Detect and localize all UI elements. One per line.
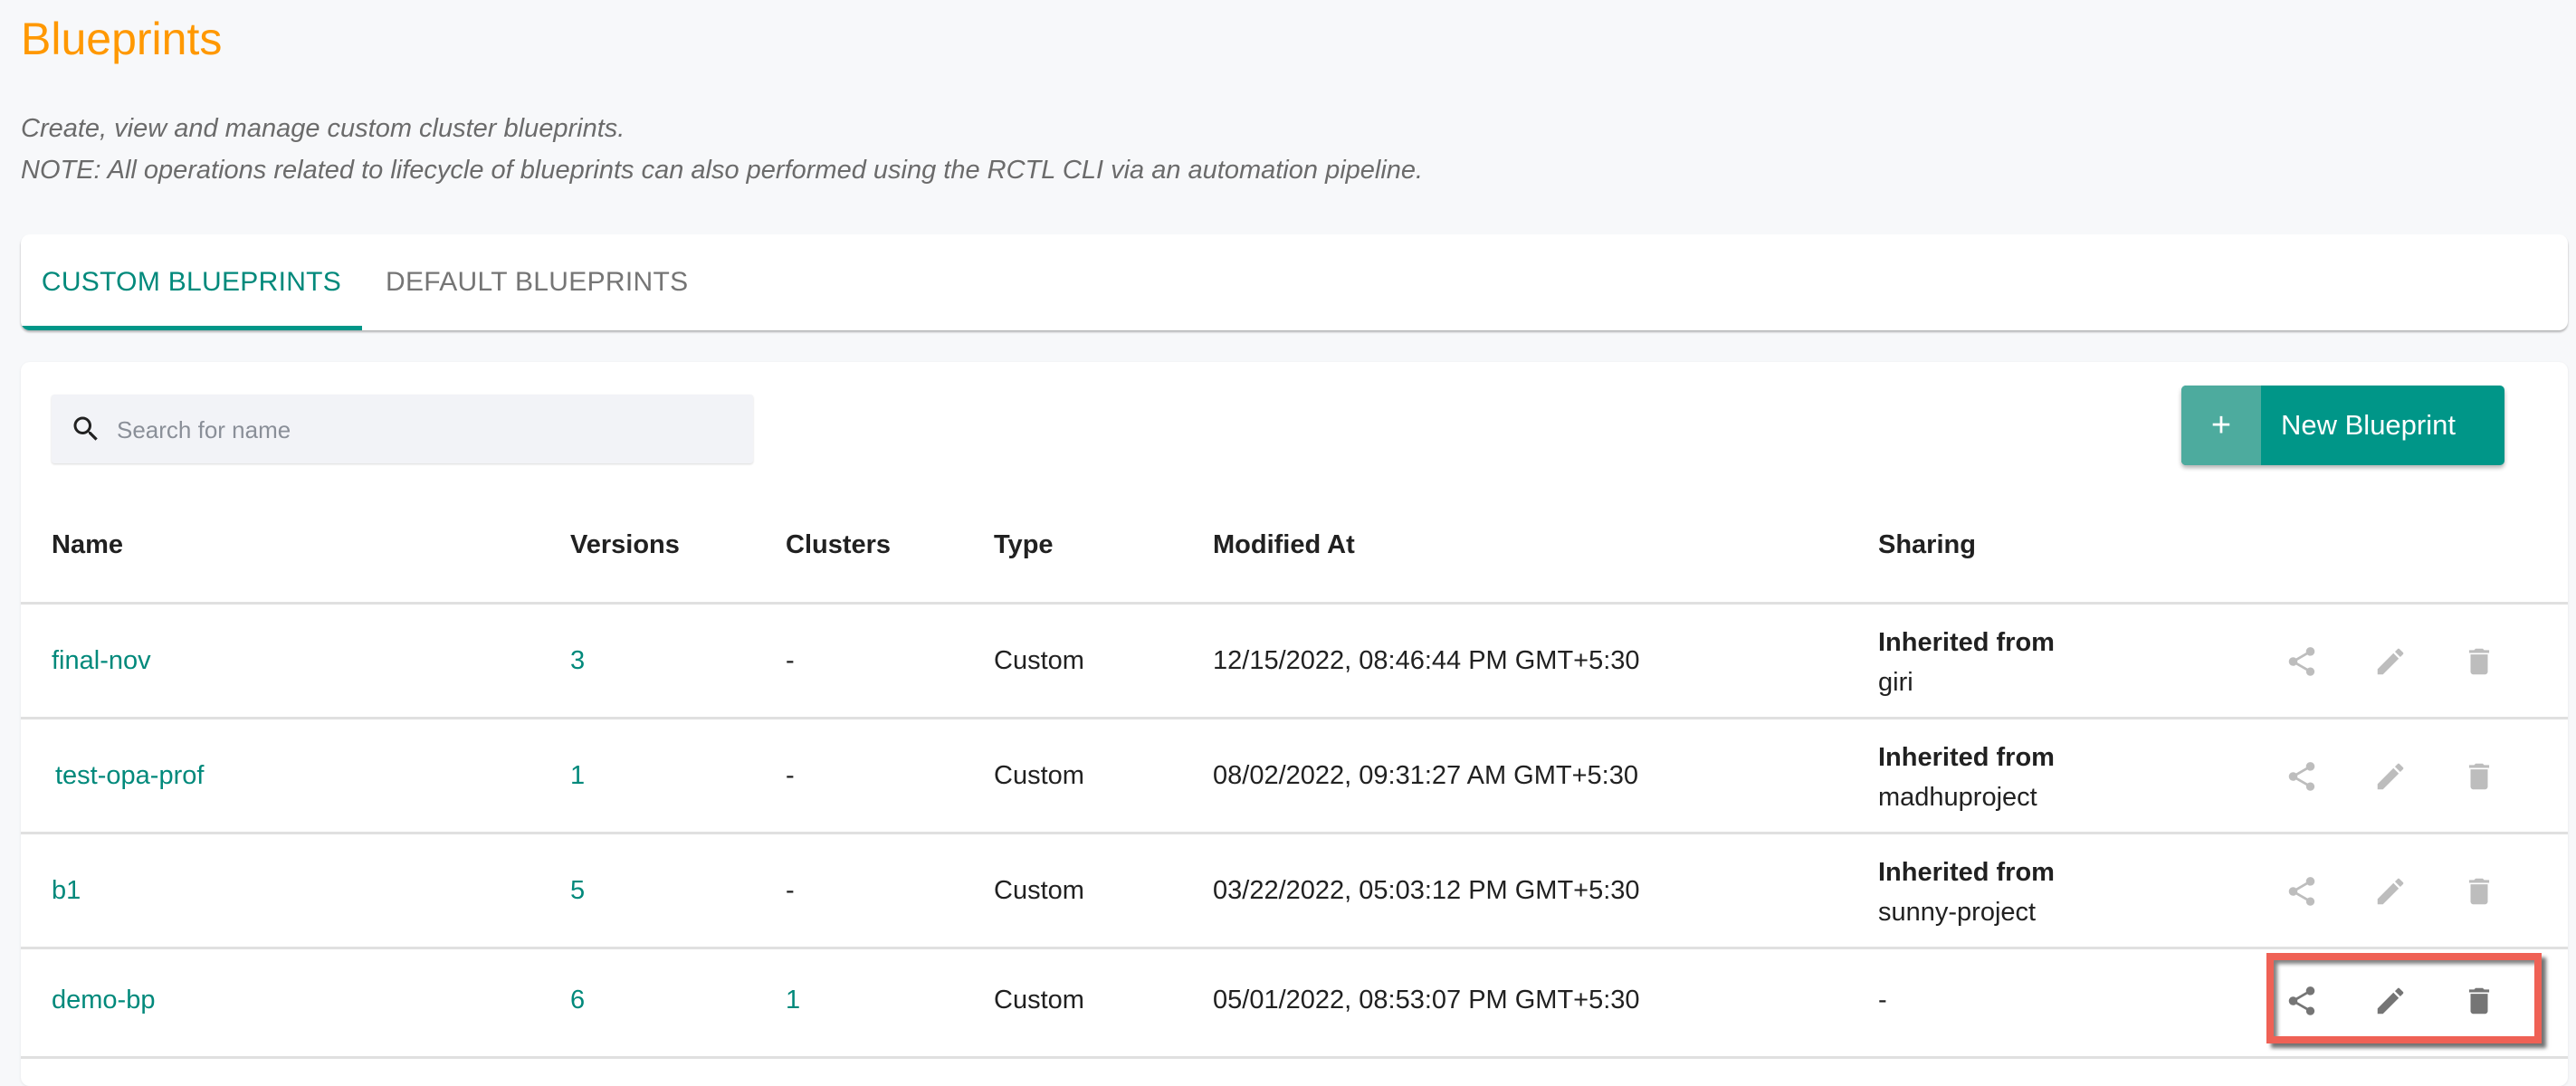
- tab-bar: CUSTOM BLUEPRINTS DEFAULT BLUEPRINTS: [21, 234, 2568, 330]
- table-row: test-opa-prof 1 - Custom 08/02/2022, 09:…: [21, 719, 2568, 834]
- table-row: b1 5 - Custom 03/22/2022, 05:03:12 PM GM…: [21, 834, 2568, 949]
- table-row: demo-bp 6 1 Custom 05/01/2022, 08:53:07 …: [21, 944, 2568, 1059]
- row-actions: [2271, 944, 2543, 1056]
- sharing-project: sunny-project: [1878, 898, 2037, 927]
- delete-icon[interactable]: [2462, 759, 2496, 794]
- search-icon: [73, 416, 98, 441]
- sharing-label: Inherited from: [1878, 628, 2055, 657]
- type-value: Custom: [994, 761, 1084, 790]
- blueprint-name-link[interactable]: b1: [52, 834, 81, 947]
- modified-at-value: 05/01/2022, 08:53:07 PM GMT+5:30: [1213, 986, 1640, 1015]
- type-value: Custom: [994, 876, 1084, 905]
- sharing-label: Inherited from: [1878, 743, 2055, 772]
- search-input[interactable]: [115, 395, 743, 465]
- blueprint-name-link[interactable]: demo-bp: [52, 944, 155, 1056]
- column-header-sharing[interactable]: Sharing: [1878, 489, 1976, 602]
- delete-icon[interactable]: [2462, 644, 2496, 679]
- column-header-modified-at[interactable]: Modified At: [1213, 489, 1355, 602]
- table-row: final-nov 3 - Custom 12/15/2022, 08:46:4…: [21, 605, 2568, 719]
- edit-icon[interactable]: [2373, 874, 2408, 909]
- blueprint-name-link[interactable]: test-opa-prof: [55, 719, 204, 832]
- modified-at-value: 12/15/2022, 08:46:44 PM GMT+5:30: [1213, 646, 1640, 675]
- blueprints-table-card: + New Blueprint Name Versions Clusters T…: [21, 362, 2568, 1086]
- versions-link[interactable]: 6: [570, 944, 585, 1056]
- versions-link[interactable]: 3: [570, 605, 585, 717]
- modified-at-value: 08/02/2022, 09:31:27 AM GMT+5:30: [1213, 761, 1638, 790]
- clusters-value: -: [786, 646, 795, 675]
- column-header-clusters[interactable]: Clusters: [786, 489, 891, 602]
- clusters-value: -: [786, 876, 795, 905]
- type-value: Custom: [994, 986, 1084, 1015]
- sharing-value: Inherited from sunny-project: [1878, 853, 2055, 932]
- sharing-value: Inherited from giri: [1878, 623, 2055, 702]
- column-header-type[interactable]: Type: [994, 489, 1054, 602]
- tab-custom-blueprints[interactable]: CUSTOM BLUEPRINTS: [21, 234, 362, 330]
- edit-icon[interactable]: [2373, 759, 2408, 794]
- delete-icon[interactable]: [2462, 874, 2496, 909]
- row-actions: [2271, 834, 2543, 947]
- page-description: Create, view and manage custom cluster b…: [21, 114, 625, 143]
- active-tab-indicator: [21, 326, 362, 330]
- share-icon[interactable]: [2285, 644, 2319, 679]
- clusters-link[interactable]: 1: [786, 944, 800, 1056]
- sharing-project: giri: [1878, 668, 1913, 697]
- column-header-versions[interactable]: Versions: [570, 489, 680, 602]
- sharing-value: Inherited from madhuproject: [1878, 738, 2055, 817]
- tab-default-blueprints[interactable]: DEFAULT BLUEPRINTS: [386, 234, 688, 330]
- table-header: Name Versions Clusters Type Modified At …: [21, 489, 2568, 605]
- row-actions: [2271, 719, 2543, 832]
- row-actions: [2271, 605, 2543, 717]
- clusters-value: -: [786, 761, 795, 790]
- column-header-name[interactable]: Name: [52, 489, 123, 602]
- plus-icon: +: [2181, 386, 2261, 465]
- new-blueprint-button[interactable]: + New Blueprint: [2181, 386, 2504, 465]
- search-box: [52, 395, 753, 465]
- share-icon[interactable]: [2285, 759, 2319, 794]
- versions-link[interactable]: 1: [570, 719, 585, 832]
- new-blueprint-label: New Blueprint: [2281, 409, 2456, 441]
- delete-icon[interactable]: [2462, 984, 2496, 1018]
- blueprint-name-link[interactable]: final-nov: [52, 605, 151, 717]
- versions-link[interactable]: 5: [570, 834, 585, 947]
- type-value: Custom: [994, 646, 1084, 675]
- page-note: NOTE: All operations related to lifecycl…: [21, 156, 1424, 185]
- sharing-project: madhuproject: [1878, 783, 2037, 812]
- share-icon[interactable]: [2285, 984, 2319, 1018]
- share-icon[interactable]: [2285, 874, 2319, 909]
- sharing-label: Inherited from: [1878, 858, 2055, 887]
- edit-icon[interactable]: [2373, 644, 2408, 679]
- sharing-value: -: [1878, 986, 1887, 1015]
- edit-icon[interactable]: [2373, 984, 2408, 1018]
- page-title: Blueprints: [21, 14, 223, 64]
- modified-at-value: 03/22/2022, 05:03:12 PM GMT+5:30: [1213, 876, 1640, 905]
